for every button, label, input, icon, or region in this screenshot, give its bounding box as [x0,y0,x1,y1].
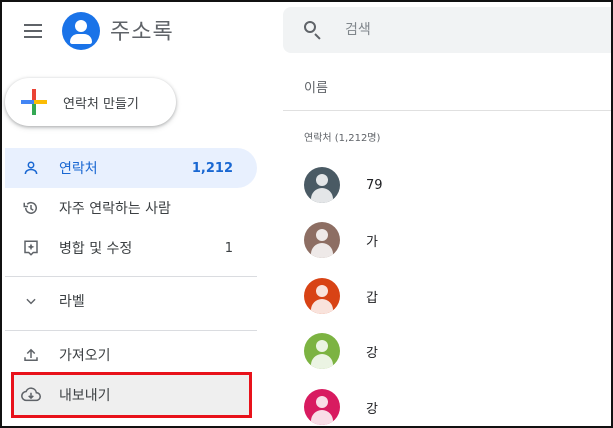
sidebar-item-label: 라벨 [59,294,85,310]
divider [5,330,257,331]
sidebar-item-labels[interactable]: 라벨 [5,281,257,321]
sidebar-item-contacts[interactable]: 연락처 1,212 [5,148,257,188]
chevron-down-icon [21,291,41,311]
avatar [304,167,340,203]
merge-count: 1 [224,240,233,256]
sidebar-item-label: 내보내기 [59,388,111,404]
list-item[interactable]: 강 [283,323,611,379]
section-label: 연락처 (1,212명) [304,133,381,144]
plus-icon [21,89,47,115]
search-bar[interactable] [283,7,611,53]
list-item[interactable]: 가 [283,212,611,268]
cloud-download-icon [21,385,41,405]
avatar [304,222,340,258]
sidebar-item-label: 가져오기 [59,348,111,364]
sidebar-item-merge-fix[interactable]: 병합 및 수정 1 [5,228,257,268]
merge-sparkle-icon [21,238,41,258]
app-title: 주소록 [110,20,174,45]
sidebar-item-import[interactable]: 가져오기 [5,335,257,375]
person-icon [21,158,41,178]
divider [283,110,611,111]
upload-icon [21,345,41,365]
contact-name: 79 [366,177,383,193]
contacts-logo [62,12,100,50]
create-contact-label: 연락처 만들기 [63,96,139,112]
contacts-count: 1,212 [191,160,233,176]
divider [5,276,257,277]
avatar [304,389,340,425]
contact-name: 가 [366,234,378,250]
search-input[interactable] [345,22,565,38]
sidebar-item-export[interactable]: 내보내기 [5,375,257,415]
contact-name: 강 [366,401,378,417]
main-menu-icon[interactable] [18,16,48,46]
sidebar-item-label: 연락처 [59,161,98,177]
column-header-name: 이름 [304,81,328,96]
history-icon [21,198,41,218]
contact-name: 갑 [366,290,378,306]
sidebar-item-label: 병합 및 수정 [59,241,133,257]
list-item[interactable]: 갑 [283,268,611,324]
search-icon[interactable] [303,20,323,40]
sidebar-item-label: 자주 연락하는 사람 [59,201,171,217]
create-contact-button[interactable]: 연락처 만들기 [5,78,176,126]
avatar [304,278,340,314]
contact-name: 강 [366,345,378,361]
sidebar-item-frequent[interactable]: 자주 연락하는 사람 [5,188,257,228]
avatar [304,333,340,369]
list-item[interactable]: 79 [283,157,611,213]
list-item[interactable]: 강 [283,379,611,428]
